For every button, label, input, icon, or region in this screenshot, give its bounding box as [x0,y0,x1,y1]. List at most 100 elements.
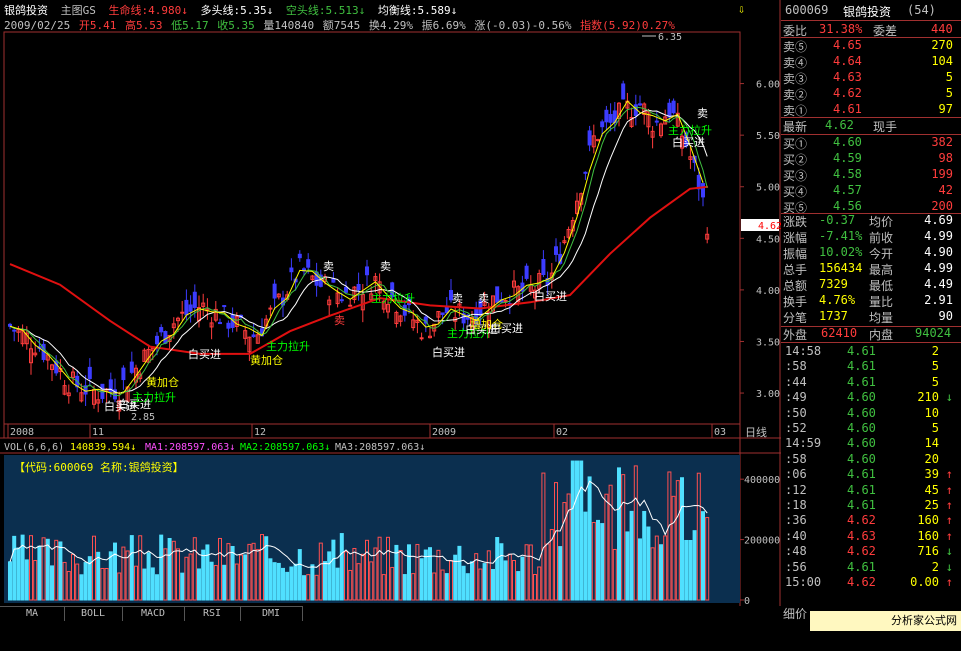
tick-volume: 45 [924,482,939,497]
volume-bar [331,539,336,601]
candle-body [654,120,659,123]
tick-row: :52 4.60 5 [781,421,957,437]
inner-value: 94024 [915,326,952,340]
volume-bar [155,574,159,601]
tick-time: 14:58 [785,344,822,358]
tick-time: 15:00 [785,575,822,589]
buy-volume: 42 [938,183,953,197]
volume-bar [297,549,302,601]
candle-body [419,337,424,340]
signal-label: 卖 [323,260,334,273]
stat-row-4: 总额 7329 最低 4.49 [781,277,957,293]
sell-volume: 5 [945,86,953,100]
x-tick-label: 2009 [432,427,456,438]
volume-bar [470,561,474,601]
candle-body [272,283,277,299]
candle-body [297,253,302,259]
tick-arrow: ↑ [945,513,953,528]
stat-label-2: 最低 [869,279,894,293]
volume-bar [24,559,29,601]
sell-price: 4.65 [833,38,862,52]
buy-volume: 200 [931,199,953,213]
tick-row: 15:00 4.62 0.00 ↑ [781,575,957,591]
sell-label: 卖② [783,88,808,102]
candle-body [87,366,92,380]
candle-body [608,113,613,123]
volume-bar [108,551,113,601]
volume-bar [243,554,248,601]
vol-ma1: MA1:208597.063↓ [145,442,235,453]
y-tick-label: 3.50 [756,337,780,348]
buy-price: 4.56 [833,199,862,213]
volume-bar [310,564,315,601]
tick-volume: 2 [931,559,939,574]
volume-bar [642,510,647,601]
stat-label: 涨幅 [783,231,808,245]
volume-bar [281,567,285,601]
bear-ma [9,106,708,397]
volume-bar [617,467,621,601]
volume-bar [407,544,411,601]
tick-volume: 10 [924,405,939,420]
stat-value-2: 4.49 [924,277,953,291]
volume-bar [444,573,449,601]
tick-price: 4.62 [847,575,876,589]
tick-time: :52 [785,421,807,435]
volume-bar [146,552,151,601]
tab-dmi[interactable]: DMI [240,606,303,621]
signal-label: 白买进 [534,289,567,303]
candle-body [192,291,197,308]
candle-body [222,305,227,308]
candle-body [596,139,600,142]
tab-rsi[interactable]: RSI [184,606,241,621]
candle-body [671,100,676,114]
volume-bar [142,568,147,601]
tick-arrow: ↓ [945,559,953,574]
volume-bar [646,526,651,601]
signal-label: 卖 [478,292,489,305]
detail-label[interactable]: 细价 [783,605,807,622]
candle-body [344,286,348,293]
volume-bar [8,561,12,601]
tick-row: :40 4.63 160 ↑ [781,529,957,545]
volume-bar [45,538,50,601]
tick-price: 4.61 [847,559,876,574]
tab-macd[interactable]: MACD [122,606,185,621]
quote-count: (54) [907,3,936,17]
volume-bar [289,566,294,601]
period-label[interactable]: 日线 [745,425,767,439]
volume-bar [491,568,495,601]
site-watermark: 分析家公式网 www.88gs.com [810,611,961,647]
tick-volume: 20 [924,451,939,466]
stat-label: 总额 [783,279,808,293]
candle-body [155,335,159,345]
tick-row: :50 4.60 10 [781,406,957,422]
candle-body [554,246,558,255]
tab-boll[interactable]: BOLL [64,606,123,621]
volume-bar [495,537,500,601]
stat-value: -7.41% [819,229,863,243]
lifeline-ma [9,185,709,355]
tab-ma[interactable]: MA [0,606,65,621]
volume-bar [96,551,101,601]
sell-volume: 5 [945,70,953,84]
volume-bar [516,571,521,601]
candle-body [306,259,311,268]
sell-volume: 270 [931,38,953,52]
vol-header: VOL(6,6,6) [4,442,64,453]
tick-row: :06 4.61 39 ↑ [781,467,957,483]
volume-bar [503,560,508,601]
signal-label: 主力拉升 [266,339,310,353]
volume-bar [596,519,600,601]
volume-bar [600,523,605,601]
candle-body [503,299,508,302]
outer-label: 外盘 [783,328,808,342]
volume-bar [268,558,273,601]
volume-bar [12,535,17,601]
volume-bar [272,562,277,601]
tick-volume: 5 [931,421,939,435]
sell-level-3: 卖③ 4.63 5 [781,70,957,86]
kline-chart[interactable]: 6.00 5.50 5.00 4.50 4.00 3.50 3.00 2008 11 12 200… [0,0,781,606]
tick-row: 14:58 4.61 2 [781,344,957,360]
candle-body [121,367,126,381]
